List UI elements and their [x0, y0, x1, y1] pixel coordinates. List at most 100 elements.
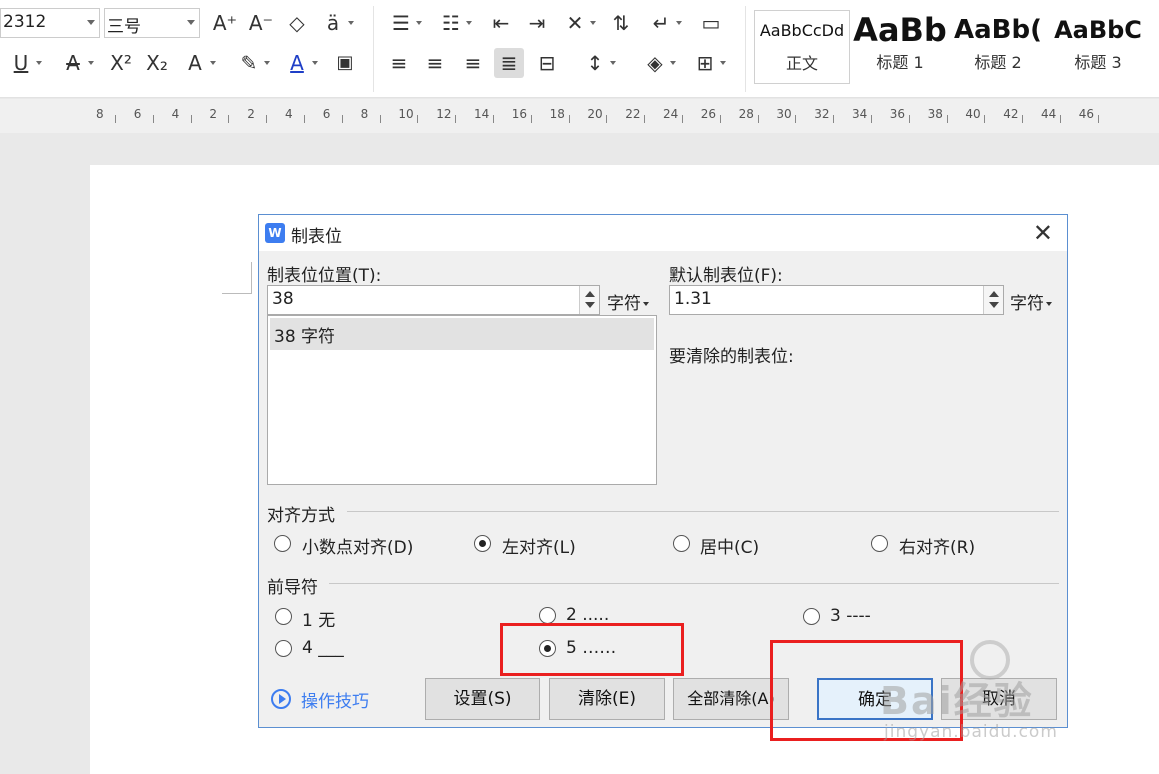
spin-up-icon[interactable] — [585, 291, 595, 297]
ruler-tick — [568, 115, 570, 123]
strikethrough-icon[interactable]: A — [58, 48, 94, 78]
wps-logo-icon: W — [265, 223, 285, 243]
close-icon[interactable]: ✕ — [1033, 219, 1053, 247]
default-tab-unit-dropdown[interactable]: 字符 — [1010, 289, 1052, 314]
clear-format-icon[interactable]: ◇ — [282, 8, 312, 38]
justify-icon[interactable]: ≣ — [494, 48, 524, 78]
font-size-name-combo[interactable]: 三号 — [104, 8, 200, 38]
underline-icon[interactable]: U — [6, 48, 42, 78]
tab-position-value: 38 — [272, 289, 294, 309]
horizontal-ruler[interactable]: 8 6 4 2 2 4 6 8 10 12 14 16 18 20 22 24 26 28 30 32 34 36 38 40… — [0, 99, 1159, 133]
radio-leader-dots[interactable] — [539, 607, 556, 624]
group-divider — [329, 583, 1059, 584]
ruler-icon[interactable]: ▭ — [696, 8, 726, 38]
tips-link[interactable]: 操作技巧 — [301, 687, 369, 712]
style-sample: AaBb — [853, 11, 947, 49]
radio-left-align-label: 左对齐(L) — [502, 538, 576, 558]
clear-button[interactable]: 清除(E) — [549, 678, 665, 720]
dialog-titlebar: W 制表位 ✕ — [259, 215, 1067, 251]
list-item[interactable]: 38 字符 — [270, 318, 654, 350]
highlight-icon[interactable]: ✎ — [234, 48, 270, 78]
page-margin-mark — [222, 262, 252, 294]
tab-position-unit-dropdown[interactable]: 字符 — [607, 289, 649, 314]
ruler-tick — [871, 115, 872, 123]
style-heading-3[interactable]: AaBbC 标题 3 — [1048, 10, 1148, 84]
bullet-list-icon[interactable]: ☰ — [386, 8, 422, 38]
paragraph-mark-icon[interactable]: ↵ — [646, 8, 682, 38]
text-effect-icon[interactable]: A — [180, 48, 216, 78]
group-divider — [347, 511, 1059, 512]
radio-leader-none[interactable] — [275, 608, 292, 625]
char-border-icon[interactable]: ▣ — [330, 48, 360, 78]
numbered-list-icon[interactable]: ☷ — [436, 8, 472, 38]
radio-decimal-align[interactable] — [274, 535, 291, 552]
ruler-tick — [1060, 115, 1061, 123]
ruler-tick — [417, 115, 419, 123]
chevron-down-icon — [87, 20, 95, 25]
spin-up-icon[interactable] — [989, 291, 999, 297]
play-icon[interactable] — [271, 689, 291, 709]
radio-center-align[interactable] — [673, 535, 690, 552]
ruler-tick — [908, 115, 910, 123]
ruler-tick — [719, 115, 721, 123]
line-spacing-icon[interactable]: ↕ — [580, 48, 616, 78]
radio-leader-none-label: 1 无 — [302, 611, 336, 631]
shading-icon[interactable]: ◈ — [640, 48, 676, 78]
ruler-tick — [682, 115, 683, 123]
ruler-tick — [341, 115, 343, 123]
tab-position-spinner[interactable] — [579, 286, 599, 314]
ruler-tick — [984, 115, 986, 123]
baidu-watermark: Bai经验 jingyan.baidu.com — [880, 640, 1110, 750]
shrink-font-icon[interactable]: A⁻ — [246, 8, 276, 38]
tab-position-input[interactable]: 38 — [267, 285, 600, 315]
tab-stop-list[interactable]: 38 字符 — [267, 315, 657, 485]
radio-right-align[interactable] — [871, 535, 888, 552]
radio-leader-dots-label: 2 ..... — [566, 605, 610, 625]
superscript-icon[interactable]: X² — [106, 48, 136, 78]
align-left-icon[interactable]: ≡ — [384, 48, 414, 78]
phonetic-guide-icon[interactable]: ä — [318, 8, 354, 38]
grow-font-icon[interactable]: A⁺ — [210, 8, 240, 38]
ruler-label: 34 — [852, 107, 868, 121]
chinese-layout-icon[interactable]: ✕ — [560, 8, 596, 38]
tab-position-label: 制表位位置(T): — [267, 266, 382, 286]
radio-left-align[interactable] — [474, 535, 491, 552]
align-center-icon[interactable]: ≡ — [420, 48, 450, 78]
align-right-icon[interactable]: ≡ — [458, 48, 488, 78]
decrease-indent-icon[interactable]: ⇤ — [486, 8, 516, 38]
toolbar-separator — [373, 6, 374, 92]
ruler-label: 6 — [133, 107, 142, 121]
ruler-label: 6 — [322, 107, 331, 121]
ruler-tick — [304, 115, 305, 123]
font-size-value-combo[interactable]: 2312 — [0, 8, 100, 38]
ruler-label: 40 — [965, 107, 981, 121]
dialog-title: 制表位 — [291, 227, 342, 247]
ruler-label: 38 — [927, 107, 943, 121]
ruler-tick — [455, 115, 457, 123]
ruler-label: 20 — [587, 107, 603, 121]
ruler-label: 46 — [1078, 107, 1095, 121]
font-color-icon[interactable]: A — [282, 48, 318, 78]
style-heading-2[interactable]: AaBb( 标题 2 — [950, 10, 1046, 84]
spin-down-icon[interactable] — [585, 302, 595, 308]
set-button[interactable]: 设置(S) — [425, 678, 540, 720]
ribbon-toolbar: 2312 三号 A⁺ A⁻ ◇ ä U A X² X₂ A ✎ A ▣ ☰ ☷ … — [0, 0, 1159, 98]
annotation-box — [500, 623, 684, 676]
increase-indent-icon[interactable]: ⇥ — [522, 8, 552, 38]
sort-icon[interactable]: ⇅ — [606, 8, 636, 38]
ruler-label: 32 — [814, 107, 830, 121]
watermark-brand: Bai经验 — [880, 679, 1034, 723]
distributed-align-icon[interactable]: ⊟ — [532, 48, 562, 78]
default-tab-input[interactable]: 1.31 — [669, 285, 1004, 315]
ruler-label: 16 — [511, 107, 528, 121]
style-sample: AaBbC — [1054, 16, 1142, 44]
radio-leader-underline[interactable] — [275, 640, 292, 657]
spin-down-icon[interactable] — [989, 302, 999, 308]
chevron-down-icon — [187, 20, 195, 25]
radio-leader-dashes[interactable] — [803, 608, 820, 625]
style-normal[interactable]: AaBbCcDd 正文 — [754, 10, 850, 84]
style-heading-1[interactable]: AaBb 标题 1 — [852, 10, 948, 84]
borders-icon[interactable]: ⊞ — [690, 48, 726, 78]
subscript-icon[interactable]: X₂ — [142, 48, 172, 78]
default-tab-spinner[interactable] — [983, 286, 1003, 314]
